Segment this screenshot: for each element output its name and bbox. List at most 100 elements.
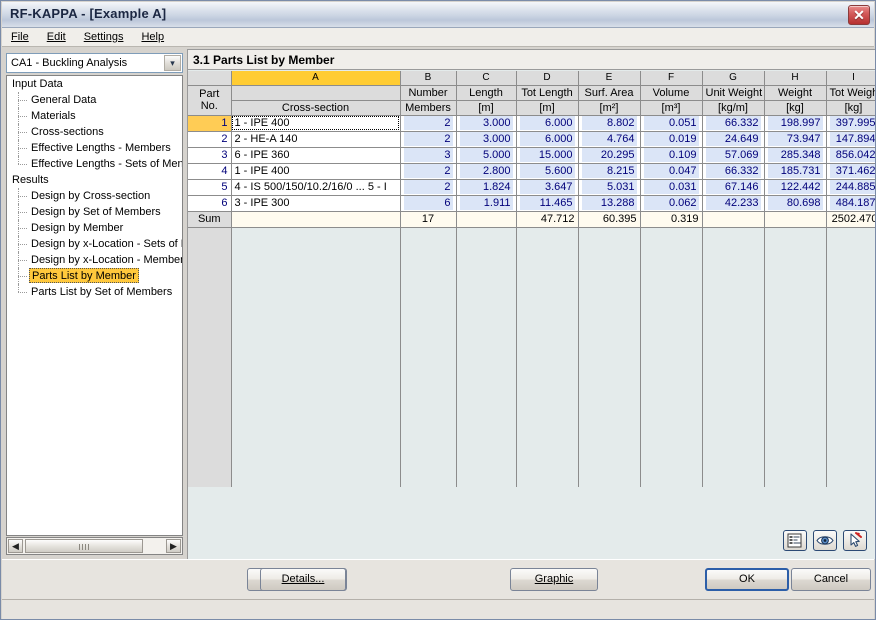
- navigator-tree[interactable]: Input Data General Data Materials Cross-…: [6, 75, 183, 536]
- column-letter-i[interactable]: I: [826, 71, 875, 86]
- cell-unit-weight[interactable]: 42.233: [702, 195, 765, 212]
- cell-weight[interactable]: 122.442: [764, 179, 827, 196]
- cancel-button[interactable]: Cancel: [791, 568, 871, 591]
- row-number[interactable]: 3: [188, 147, 232, 164]
- cell-volume[interactable]: 0.109: [640, 147, 703, 164]
- cell-volume[interactable]: 0.062: [640, 195, 703, 212]
- cell-unit-weight[interactable]: 67.146: [702, 179, 765, 196]
- cell-cross-section[interactable]: 6 - IPE 360: [231, 147, 401, 164]
- cell-tot-weight[interactable]: 371.462: [826, 163, 875, 180]
- cell-tot-weight[interactable]: 397.995: [826, 115, 875, 132]
- cell-tot-length[interactable]: 6.000: [516, 115, 579, 132]
- cell-tot-length[interactable]: 6.000: [516, 131, 579, 148]
- cell-number-members[interactable]: 3: [400, 147, 457, 164]
- cell-unit-weight[interactable]: 24.649: [702, 131, 765, 148]
- cell-cross-section[interactable]: 1 - IPE 400: [231, 115, 401, 132]
- tree-item-parts-list-by-member[interactable]: Parts List by Member: [7, 268, 182, 284]
- grid-empty-area[interactable]: [188, 227, 875, 487]
- cell-surf-area[interactable]: 5.031: [578, 179, 641, 196]
- menu-item-settings[interactable]: Settings: [75, 28, 133, 45]
- tree-item-effective-lengths-sets[interactable]: Effective Lengths - Sets of Men: [7, 156, 182, 172]
- tree-item-effective-lengths-members[interactable]: Effective Lengths - Members: [7, 140, 182, 156]
- cell-weight[interactable]: 198.997: [764, 115, 827, 132]
- cell-tot-length[interactable]: 15.000: [516, 147, 579, 164]
- row-number[interactable]: 6: [188, 195, 232, 212]
- tree-item-materials[interactable]: Materials: [7, 108, 182, 124]
- cell-length[interactable]: 3.000: [456, 131, 517, 148]
- ok-button[interactable]: OK: [705, 568, 789, 591]
- tree-item-design-by-x-location-sets[interactable]: Design by x-Location - Sets of M: [7, 236, 182, 252]
- column-letter-d[interactable]: D: [516, 71, 579, 86]
- cell-volume[interactable]: 0.047: [640, 163, 703, 180]
- tree-item-design-by-member[interactable]: Design by Member: [7, 220, 182, 236]
- cell-cross-section[interactable]: 1 - IPE 400: [231, 163, 401, 180]
- tree-item-design-by-set-of-members[interactable]: Design by Set of Members: [7, 204, 182, 220]
- table-row[interactable]: 6 3 - IPE 300 6 1.911 11.465 13.288 0.06…: [188, 195, 875, 212]
- cell-surf-area[interactable]: 20.295: [578, 147, 641, 164]
- cell-unit-weight[interactable]: 66.332: [702, 115, 765, 132]
- cell-number-members[interactable]: 6: [400, 195, 457, 212]
- cell-cross-section[interactable]: 2 - HE-A 140: [231, 131, 401, 148]
- cell-tot-weight[interactable]: 856.042: [826, 147, 875, 164]
- cell-surf-area[interactable]: 8.802: [578, 115, 641, 132]
- cell-volume[interactable]: 0.031: [640, 179, 703, 196]
- cell-length[interactable]: 1.824: [456, 179, 517, 196]
- column-letter-g[interactable]: G: [702, 71, 765, 86]
- close-button[interactable]: ✕: [848, 5, 870, 25]
- row-number[interactable]: 2: [188, 131, 232, 148]
- cell-tot-length[interactable]: 3.647: [516, 179, 579, 196]
- table-row[interactable]: 2 2 - HE-A 140 2 3.000 6.000 4.764 0.019…: [188, 131, 875, 148]
- chevron-down-icon[interactable]: ▾: [164, 55, 181, 71]
- scrollbar-thumb[interactable]: [25, 539, 143, 553]
- row-number[interactable]: 5: [188, 179, 232, 196]
- tree-item-results[interactable]: Results: [7, 172, 182, 188]
- scroll-left-icon[interactable]: ◀: [8, 539, 23, 553]
- table-row[interactable]: 3 6 - IPE 360 3 5.000 15.000 20.295 0.10…: [188, 147, 875, 164]
- row-number[interactable]: 1: [188, 115, 232, 132]
- cell-weight[interactable]: 80.698: [764, 195, 827, 212]
- tree-item-design-by-x-location-members[interactable]: Design by x-Location - Members: [7, 252, 182, 268]
- tree-item-input-data[interactable]: Input Data: [7, 76, 182, 92]
- cell-cross-section[interactable]: 4 - IS 500/150/10.2/16/0 ... 5 - I: [231, 179, 401, 196]
- cell-number-members[interactable]: 2: [400, 115, 457, 132]
- cell-tot-length[interactable]: 5.600: [516, 163, 579, 180]
- column-letter-h[interactable]: H: [764, 71, 827, 86]
- cell-cross-section[interactable]: 3 - IPE 300: [231, 195, 401, 212]
- select-pointer-button[interactable]: [843, 530, 867, 551]
- table-row[interactable]: 4 1 - IPE 400 2 2.800 5.600 8.215 0.047 …: [188, 163, 875, 180]
- graphic-button[interactable]: Graphic: [510, 568, 598, 591]
- cell-length[interactable]: 2.800: [456, 163, 517, 180]
- cell-length[interactable]: 1.911: [456, 195, 517, 212]
- column-letter-c[interactable]: C: [456, 71, 517, 86]
- cell-volume[interactable]: 0.051: [640, 115, 703, 132]
- cell-length[interactable]: 3.000: [456, 115, 517, 132]
- column-letter-e[interactable]: E: [578, 71, 641, 86]
- menu-item-edit[interactable]: Edit: [38, 28, 75, 45]
- print-report-button[interactable]: [783, 530, 807, 551]
- cell-number-members[interactable]: 2: [400, 163, 457, 180]
- row-number[interactable]: 4: [188, 163, 232, 180]
- cell-weight[interactable]: 73.947: [764, 131, 827, 148]
- cell-volume[interactable]: 0.019: [640, 131, 703, 148]
- cell-weight[interactable]: 285.348: [764, 147, 827, 164]
- column-letter-a[interactable]: A: [231, 71, 401, 86]
- scroll-right-icon[interactable]: ▶: [166, 539, 181, 553]
- view-button[interactable]: [813, 530, 837, 551]
- cell-unit-weight[interactable]: 57.069: [702, 147, 765, 164]
- grid-corner[interactable]: [188, 71, 232, 86]
- cell-length[interactable]: 5.000: [456, 147, 517, 164]
- table-row[interactable]: 5 4 - IS 500/150/10.2/16/0 ... 5 - I 2 1…: [188, 179, 875, 196]
- table-row[interactable]: 1 1 - IPE 400 2 3.000 6.000 8.802 0.051 …: [188, 115, 875, 132]
- navigator-horizontal-scrollbar[interactable]: ◀ ▶: [6, 537, 183, 555]
- tree-item-design-by-cross-section[interactable]: Design by Cross-section: [7, 188, 182, 204]
- cell-number-members[interactable]: 2: [400, 131, 457, 148]
- column-letter-b[interactable]: B: [400, 71, 457, 86]
- cell-unit-weight[interactable]: 66.332: [702, 163, 765, 180]
- cell-tot-weight[interactable]: 484.187: [826, 195, 875, 212]
- load-case-combobox[interactable]: CA1 - Buckling Analysis ▾: [6, 53, 183, 73]
- details-button[interactable]: Details...: [260, 568, 346, 591]
- cell-weight[interactable]: 185.731: [764, 163, 827, 180]
- menu-item-file[interactable]: File: [2, 28, 38, 45]
- tree-item-parts-list-by-set-of-members[interactable]: Parts List by Set of Members: [7, 284, 182, 300]
- cell-number-members[interactable]: 2: [400, 179, 457, 196]
